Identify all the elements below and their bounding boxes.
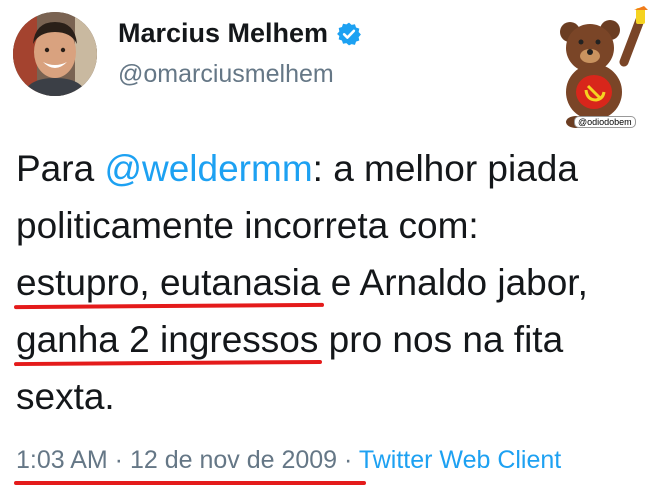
- underlined-phrase-1: estupro, eutanasia: [16, 262, 321, 303]
- tweet-line-1: Para @weldermm: a melhor piada: [16, 148, 578, 189]
- author-name[interactable]: Marcius Melhem: [118, 18, 328, 49]
- tweet-client-link[interactable]: Twitter Web Client: [359, 446, 561, 474]
- author-handle[interactable]: @omarciusmelhem: [118, 60, 334, 89]
- timestamp-underline: [14, 481, 366, 485]
- avatar-photo: [13, 12, 97, 96]
- underlined-phrase-2: ganha 2 ingressos: [16, 319, 319, 360]
- tweet-line-2: politicamente incorreta com:: [16, 205, 479, 246]
- author-avatar[interactable]: [13, 12, 97, 96]
- tweet-line-5: sexta.: [16, 376, 115, 417]
- tweet-date[interactable]: 12 de nov de 2009: [130, 446, 337, 474]
- mention-link[interactable]: @weldermm: [104, 148, 312, 189]
- tweet-time[interactable]: 1:03 AM: [16, 446, 108, 474]
- tweet-text: Para @weldermm: a melhor piada politicam…: [16, 140, 656, 425]
- sticker-watermark: @odiodobem: [574, 116, 636, 128]
- tweet-line-3: estupro, eutanasia e Arnaldo jabor,: [16, 262, 588, 303]
- bear-sticker-icon: [560, 6, 648, 128]
- tweet-line-4: ganha 2 ingressos pro nos na fita: [16, 319, 564, 360]
- tweet-meta: 1:03 AM · 12 de nov de 2009 · Twitter We…: [16, 446, 562, 474]
- author-name-row: Marcius Melhem: [118, 18, 362, 49]
- verified-badge-icon: [337, 22, 361, 45]
